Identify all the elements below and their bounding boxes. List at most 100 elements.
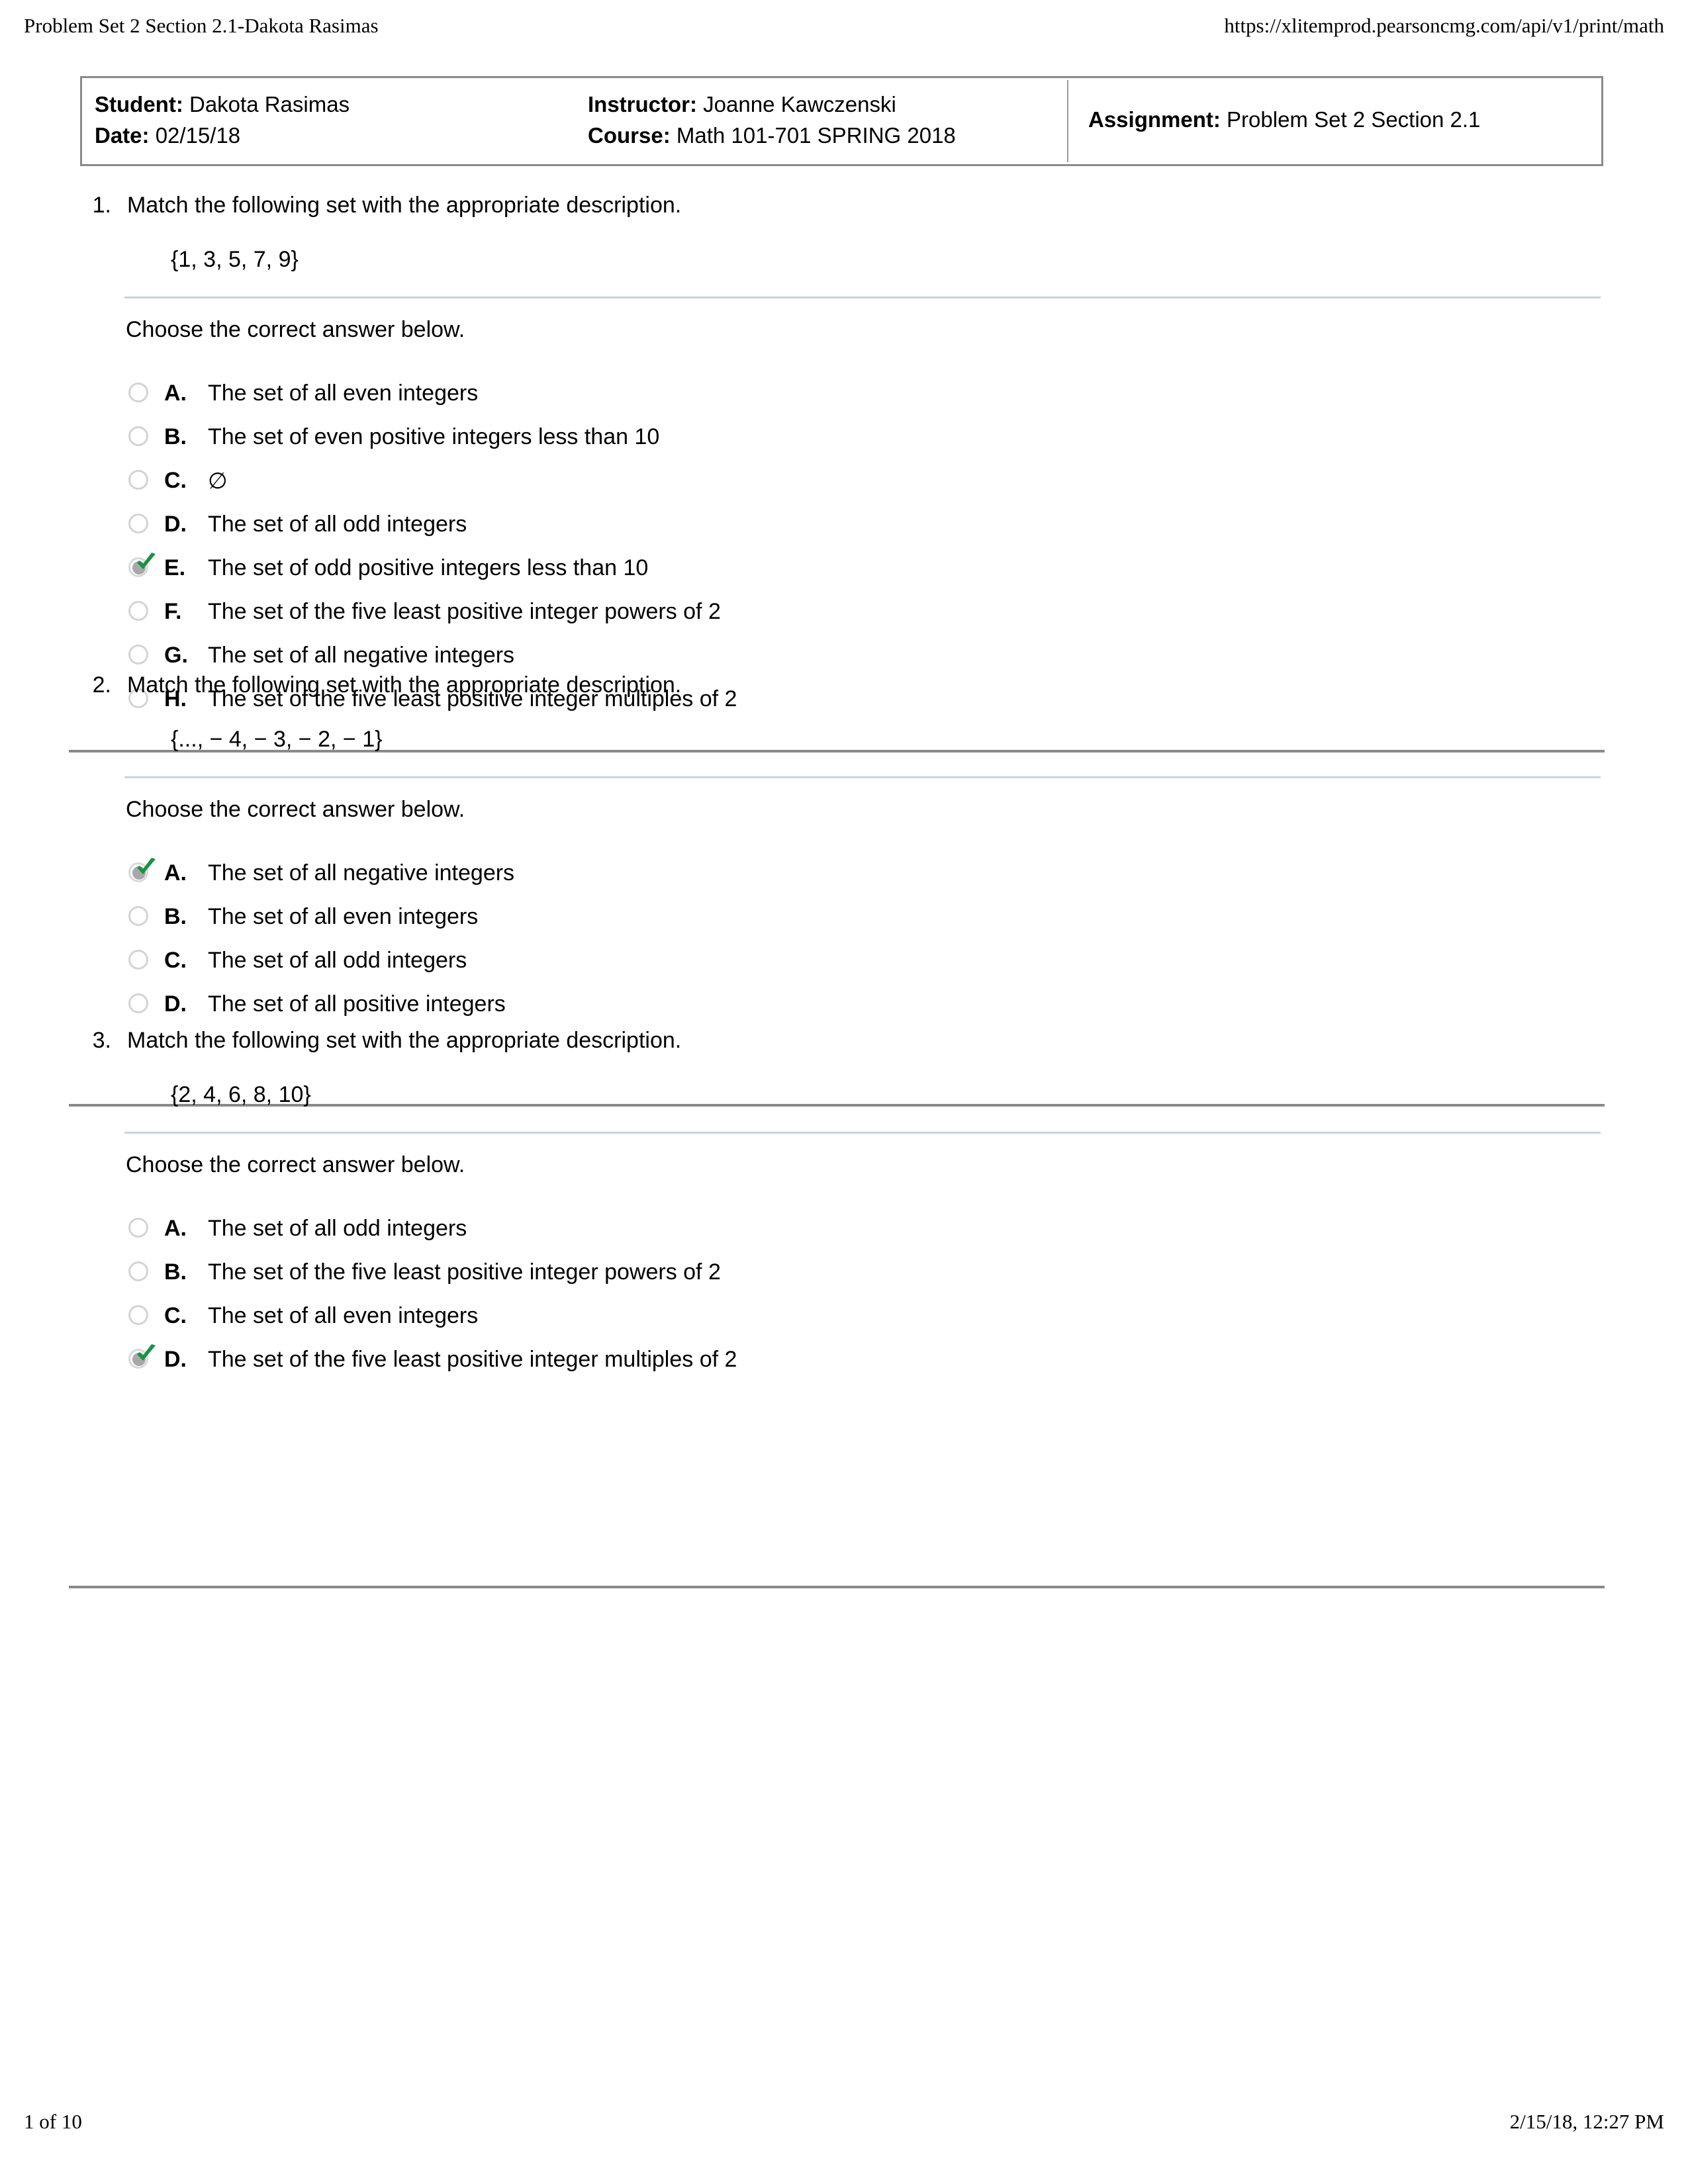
question-header: 1. Match the following set with the appro… bbox=[0, 192, 1688, 219]
instructor-value: Joanne Kawczenski bbox=[703, 92, 896, 116]
course-row: Course: Math 101-701 SPRING 2018 bbox=[588, 120, 1056, 152]
radio-button-icon[interactable] bbox=[126, 642, 154, 670]
print-timestamp: 2/15/18, 12:27 PM bbox=[1509, 2110, 1664, 2133]
radio-button-icon[interactable] bbox=[126, 947, 154, 975]
answer-options-list: A. The set of all even integers B. The set … bbox=[0, 372, 1688, 721]
radio-button-icon[interactable] bbox=[126, 991, 154, 1019]
option-text: The set of all odd integers bbox=[208, 948, 467, 974]
option-text: ∅ bbox=[208, 468, 228, 494]
answer-option-row[interactable]: B. The set of all even integers bbox=[126, 895, 1688, 939]
option-text: The set of all even integers bbox=[208, 1303, 479, 1329]
option-letter: D. bbox=[164, 1347, 187, 1373]
course-value: Math 101-701 SPRING 2018 bbox=[676, 122, 956, 148]
option-letter: E. bbox=[164, 555, 186, 581]
radio-button-icon[interactable] bbox=[126, 467, 154, 495]
option-text: The set of all negative integers bbox=[208, 643, 515, 668]
date-row: Date: 02/15/18 bbox=[95, 120, 567, 152]
instructor-label: Instructor: bbox=[588, 92, 697, 116]
answer-option-row[interactable]: D. The set of the five least positive int… bbox=[126, 1338, 1688, 1382]
date-label: Date: bbox=[95, 122, 150, 148]
answer-option-row[interactable]: C. ∅ bbox=[126, 459, 1688, 503]
answer-options-list: A. The set of all negative integers B. The … bbox=[0, 852, 1688, 1026]
course-label: Course: bbox=[588, 122, 671, 148]
set-notation: {..., − 4, − 3, − 2, − 1} bbox=[171, 726, 383, 752]
print-page: Problem Set 2 Section 2.1-Dakota Rasimas… bbox=[0, 0, 1688, 2184]
option-letter: D. bbox=[164, 991, 187, 1017]
answer-option-row[interactable]: F. The set of the five least positive int… bbox=[126, 590, 1688, 634]
option-letter: G. bbox=[164, 643, 188, 668]
option-letter: B. bbox=[164, 1259, 187, 1285]
option-letter: C. bbox=[164, 1303, 187, 1329]
option-text: The set of all odd integers bbox=[208, 512, 467, 537]
option-text: The set of all negative integers bbox=[208, 860, 515, 886]
answer-option-row[interactable]: D. The set of all odd integers bbox=[126, 503, 1688, 547]
instructor-info-column: Instructor: Joanne Kawczenski Course: Ma… bbox=[577, 80, 1067, 162]
answer-option-row[interactable]: E. The set of odd positive integers less … bbox=[126, 547, 1688, 590]
student-value: Dakota Rasimas bbox=[189, 92, 350, 116]
question-header: 2. Match the following set with the appro… bbox=[0, 672, 1688, 699]
radio-button-icon[interactable] bbox=[126, 424, 154, 451]
assignment-info-box: Student: Dakota Rasimas Date: 02/15/18 I… bbox=[80, 76, 1603, 166]
answer-option-row[interactable]: B. The set of even positive integers less… bbox=[126, 416, 1688, 459]
student-info-column: Student: Dakota Rasimas Date: 02/15/18 bbox=[84, 80, 577, 162]
radio-button-selected-icon[interactable] bbox=[126, 1343, 156, 1374]
question-prompt: Match the following set with the appropr… bbox=[127, 672, 682, 698]
answer-option-row[interactable]: A. The set of all even integers bbox=[126, 372, 1688, 416]
assignment-row: Assignment: Problem Set 2 Section 2.1 bbox=[1088, 105, 1480, 136]
answer-option-row[interactable]: D. The set of all positive integers bbox=[126, 983, 1688, 1026]
question-divider bbox=[124, 776, 1601, 778]
question-block: 1. Match the following set with the appro… bbox=[0, 192, 1688, 721]
answer-option-row[interactable]: A. The set of all odd integers bbox=[126, 1207, 1688, 1251]
question-number: 1. bbox=[92, 193, 111, 218]
option-letter: B. bbox=[164, 904, 187, 930]
print-header-title: Problem Set 2 Section 2.1-Dakota Rasimas bbox=[24, 14, 379, 37]
option-text: The set of all odd integers bbox=[208, 1216, 467, 1242]
choose-answer-label: Choose the correct answer below. bbox=[126, 1152, 465, 1177]
radio-button-selected-icon[interactable] bbox=[126, 552, 156, 582]
radio-button-selected-icon[interactable] bbox=[126, 857, 156, 887]
student-label: Student: bbox=[95, 92, 183, 116]
answer-option-row[interactable]: C. The set of all odd integers bbox=[126, 939, 1688, 983]
set-notation: {2, 4, 6, 8, 10} bbox=[171, 1081, 311, 1107]
option-letter: A. bbox=[164, 381, 187, 406]
answer-option-row[interactable]: A. The set of all negative integers bbox=[126, 852, 1688, 895]
student-row: Student: Dakota Rasimas bbox=[95, 89, 567, 120]
radio-button-icon[interactable] bbox=[126, 903, 154, 931]
option-letter: A. bbox=[164, 1216, 187, 1242]
question-block: 2. Match the following set with the appro… bbox=[0, 672, 1688, 1026]
choose-answer-label: Choose the correct answer below. bbox=[126, 316, 465, 342]
option-text: The set of odd positive integers less th… bbox=[208, 555, 649, 581]
radio-button-icon[interactable] bbox=[126, 1259, 154, 1287]
print-footer: 1 of 10 2/15/18, 12:27 PM bbox=[0, 2110, 1688, 2134]
option-text: The set of all even integers bbox=[208, 904, 479, 930]
radio-button-icon[interactable] bbox=[126, 511, 154, 539]
section-separator bbox=[0, 1586, 1688, 1588]
option-letter: D. bbox=[164, 512, 187, 537]
section-rule-line bbox=[69, 1586, 1605, 1588]
question-block: 3. Match the following set with the appro… bbox=[0, 1027, 1688, 1382]
answer-option-row[interactable]: B. The set of the five least positive int… bbox=[126, 1251, 1688, 1295]
question-number: 2. bbox=[92, 672, 111, 698]
option-text: The set of all positive integers bbox=[208, 991, 506, 1017]
answer-option-row[interactable]: G. The set of all negative integers bbox=[126, 634, 1688, 678]
option-text: The set of the five least positive integ… bbox=[208, 1347, 737, 1373]
answer-options-list: A. The set of all odd integers B. The set o… bbox=[0, 1207, 1688, 1382]
option-text: The set of even positive integers less t… bbox=[208, 424, 660, 450]
question-prompt: Match the following set with the appropr… bbox=[127, 1028, 682, 1053]
radio-button-icon[interactable] bbox=[126, 380, 154, 408]
print-header: Problem Set 2 Section 2.1-Dakota Rasimas… bbox=[0, 14, 1688, 50]
question-prompt: Match the following set with the appropr… bbox=[127, 193, 682, 218]
radio-button-icon[interactable] bbox=[126, 1302, 154, 1330]
radio-button-icon[interactable] bbox=[126, 598, 154, 626]
question-divider bbox=[124, 296, 1601, 298]
option-letter: C. bbox=[164, 948, 187, 974]
assignment-value: Problem Set 2 Section 2.1 bbox=[1227, 107, 1481, 132]
question-divider bbox=[124, 1131, 1601, 1134]
option-letter: F. bbox=[164, 599, 182, 625]
assignment-info-column: Assignment: Problem Set 2 Section 2.1 bbox=[1067, 80, 1599, 162]
choose-answer-label: Choose the correct answer below. bbox=[126, 796, 465, 822]
answer-option-row[interactable]: C. The set of all even integers bbox=[126, 1295, 1688, 1338]
date-value: 02/15/18 bbox=[155, 122, 241, 148]
print-header-url: https://xlitemprod.pearsoncmg.com/api/v1… bbox=[1224, 14, 1664, 37]
radio-button-icon[interactable] bbox=[126, 1215, 154, 1243]
